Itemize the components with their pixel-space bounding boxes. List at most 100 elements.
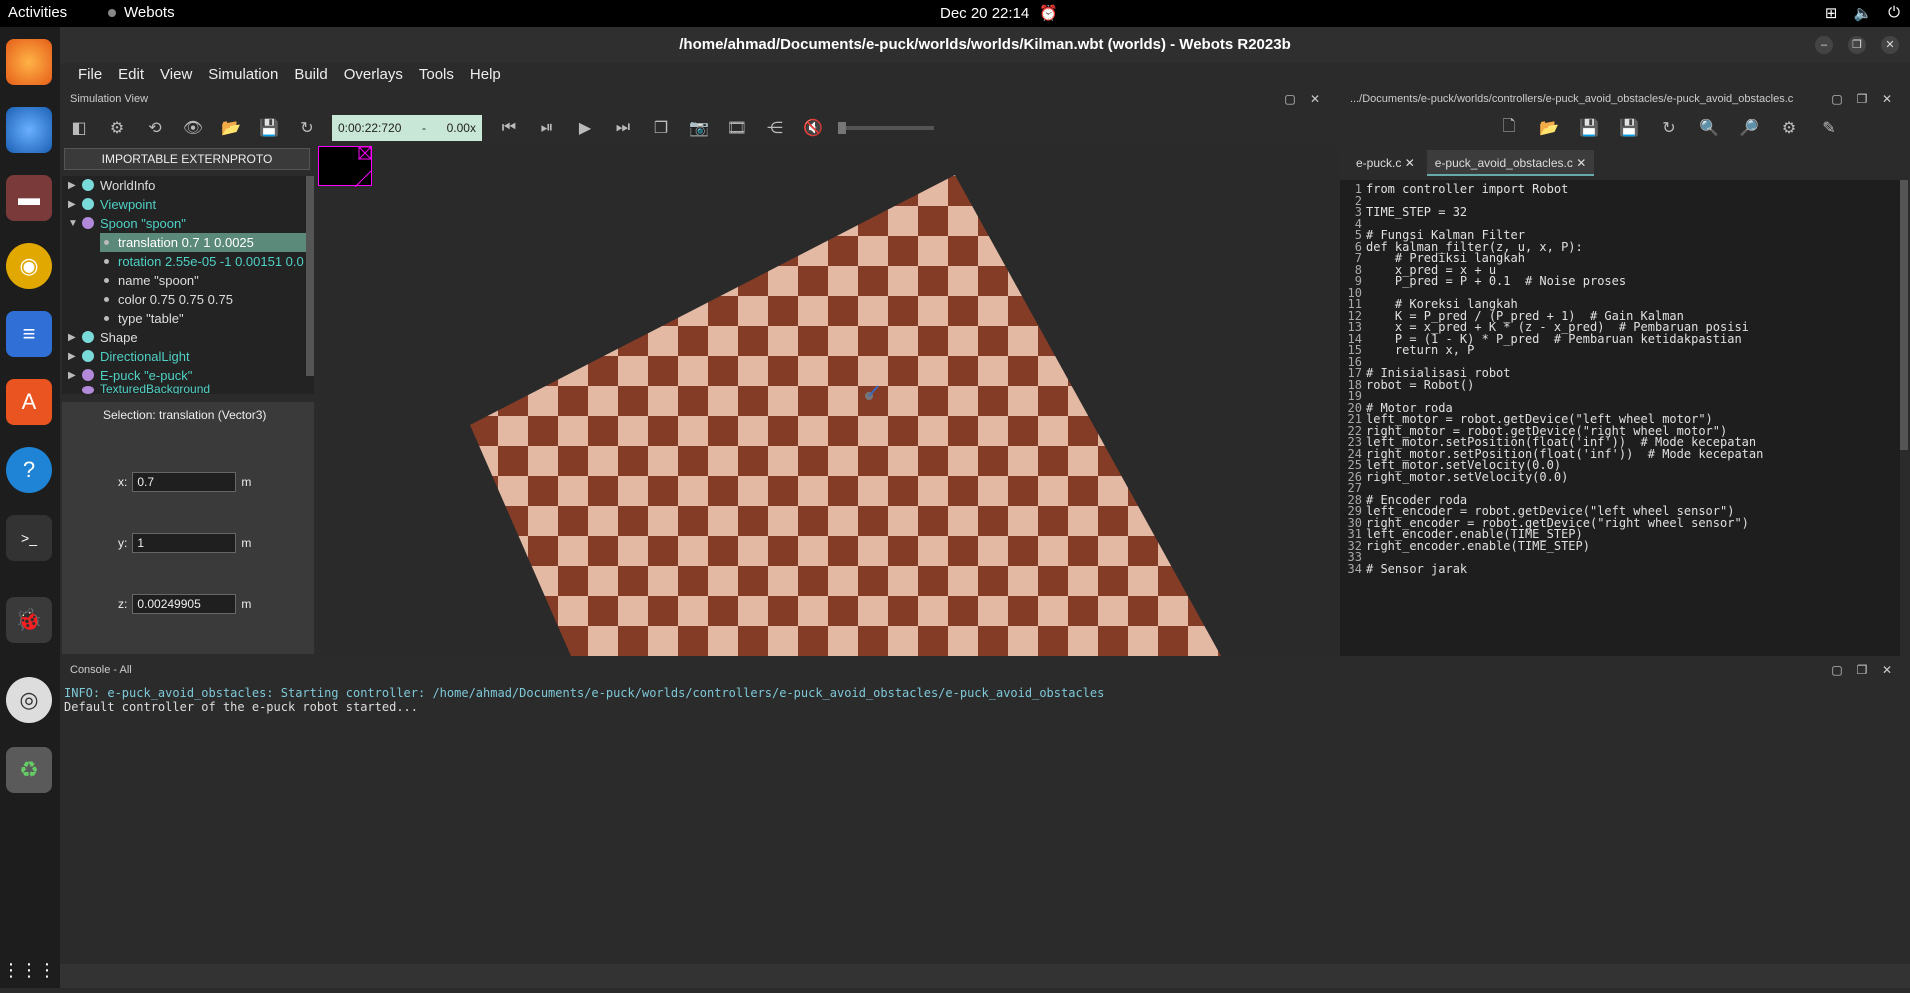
maximize-button[interactable]: ❐ [1848, 36, 1866, 54]
tree-item-shape[interactable]: Shape [82, 328, 138, 347]
step-icon[interactable]: ⏯ [528, 113, 566, 143]
tree-field-color[interactable]: color 0.75 0.75 0.75 [104, 290, 233, 309]
menu-simulation[interactable]: Simulation [200, 63, 286, 89]
active-app-indicator[interactable]: Webots [108, 4, 175, 21]
x-input[interactable] [132, 472, 237, 492]
toggle-scene-tree-icon[interactable]: ◧ [60, 113, 98, 143]
mute-icon[interactable]: 🔇 [794, 113, 832, 143]
editor-minimize-button[interactable]: ▢ [1830, 92, 1844, 106]
tab-epuck-c[interactable]: e-puck.c ✕ [1348, 150, 1423, 176]
tree-item-texturedbackground[interactable]: TexturedBackground [82, 384, 210, 394]
terminal-icon[interactable]: >_ [6, 515, 52, 561]
simview-float-button[interactable]: ▢ [1283, 92, 1297, 106]
menu-edit[interactable]: Edit [110, 63, 152, 89]
tree-field-rotation[interactable]: rotation 2.55e-05 -1 0.00151 0.0 [104, 252, 304, 271]
tree-item-epuck[interactable]: E-puck "e-puck" [82, 366, 192, 385]
toggle-rendering-icon[interactable]: ❒ [642, 113, 680, 143]
simulation-view-header: Simulation View [60, 89, 1330, 109]
expand-arrow-icon[interactable]: ▶ [68, 199, 76, 210]
system-tray[interactable]: ⊞ 🔈 ⏻ [1825, 4, 1900, 22]
close-window-button[interactable]: ✕ [1881, 36, 1899, 54]
menu-view[interactable]: View [152, 63, 200, 89]
help-icon[interactable]: ? [6, 447, 52, 493]
disc-icon[interactable]: ◎ [6, 677, 52, 723]
activities-button[interactable]: Activities [8, 4, 67, 21]
tree-item-directionallight[interactable]: DirectionalLight [82, 347, 190, 366]
clock-text: Dec 20 22:14 [940, 4, 1030, 22]
reset-simulation-icon[interactable]: ⏮ [490, 113, 528, 143]
software-center-icon[interactable]: A [6, 379, 52, 425]
field-bullet-icon [104, 297, 109, 302]
menu-file[interactable]: File [70, 63, 110, 89]
expand-arrow-icon[interactable]: ▶ [68, 351, 76, 362]
console-minimize-button[interactable]: ▢ [1830, 663, 1844, 677]
screenshot-icon[interactable]: 📷 [680, 113, 718, 143]
share-icon[interactable]: ⋲ [756, 113, 794, 143]
tree-field-type[interactable]: type "table" [104, 309, 184, 328]
reload-world-icon[interactable]: ↻ [288, 113, 326, 143]
visibility-eye-icon[interactable]: 👁 [174, 113, 212, 143]
volume-slider-handle[interactable] [838, 122, 846, 134]
add-node-icon[interactable]: ⚙ [98, 113, 136, 143]
editor-float-button[interactable]: ❐ [1855, 92, 1869, 106]
writer-icon[interactable]: ≡ [6, 311, 52, 357]
build-settings-icon[interactable]: ⚙ [1770, 113, 1808, 143]
rhythmbox-icon[interactable]: ◉ [6, 243, 52, 289]
y-input[interactable] [132, 533, 237, 553]
new-file-icon[interactable]: 🗋 [1490, 113, 1528, 143]
tree-item-worldinfo[interactable]: WorldInfo [82, 176, 155, 195]
expand-arrow-icon[interactable]: ▶ [68, 370, 76, 381]
expand-arrow-icon[interactable]: ▶ [68, 332, 76, 343]
revert-icon[interactable]: ↻ [1650, 113, 1688, 143]
files-icon[interactable]: ▬ [6, 175, 52, 221]
tab-close-icon[interactable]: ✕ [1405, 156, 1415, 170]
tab-epuck-avoid-obstacles[interactable]: e-puck_avoid_obstacles.c ✕ [1426, 150, 1595, 176]
find-icon[interactable]: 🔍 [1690, 113, 1728, 143]
tree-item-viewpoint[interactable]: Viewpoint [82, 195, 156, 214]
3d-view[interactable] [318, 146, 1338, 656]
thunderbird-icon[interactable] [6, 107, 52, 153]
menu-tools[interactable]: Tools [411, 63, 462, 89]
editor-close-button[interactable]: ✕ [1880, 92, 1894, 106]
save-file-icon[interactable]: 💾 [1570, 113, 1608, 143]
tree-field-translation[interactable]: translation 0.7 1 0.0025 [100, 233, 314, 252]
clock[interactable]: Dec 20 22:14 ⏰ [940, 4, 1058, 23]
z-input[interactable] [132, 594, 237, 614]
menu-help[interactable]: Help [462, 63, 509, 89]
tab-close-icon[interactable]: ✕ [1576, 156, 1586, 170]
replace-icon[interactable]: 🔎 [1730, 113, 1768, 143]
clean-icon[interactable]: ✎ [1810, 113, 1848, 143]
tree-field-name[interactable]: name "spoon" [104, 271, 199, 290]
open-world-icon[interactable]: 📂 [212, 113, 250, 143]
trash-icon[interactable]: ♻ [6, 747, 52, 793]
code-scrollbar[interactable] [1900, 180, 1908, 450]
play-icon[interactable]: ▶ [566, 113, 604, 143]
save-world-icon[interactable]: 💾 [250, 113, 288, 143]
status-bar [60, 964, 1910, 988]
importable-externproto-button[interactable]: IMPORTABLE EXTERNPROTO [64, 148, 310, 170]
app-grid-icon[interactable]: ⋮⋮⋮ [2, 947, 56, 993]
console-float-button[interactable]: ❐ [1855, 663, 1869, 677]
fast-forward-icon[interactable]: ⏭ [604, 113, 642, 143]
scene-tree-scrollbar[interactable] [306, 176, 314, 376]
open-file-icon[interactable]: 📂 [1530, 113, 1568, 143]
webots-icon[interactable]: 🐞 [6, 597, 52, 643]
record-movie-icon[interactable]: 🎞 [718, 113, 756, 143]
menu-overlays[interactable]: Overlays [336, 63, 411, 89]
reset-view-icon[interactable]: ⟲ [136, 113, 174, 143]
minimize-button[interactable]: – [1815, 36, 1833, 54]
code-editor[interactable]: 1 from controller import Robot 2 3 TIME_STEP… [1340, 180, 1900, 656]
save-as-icon[interactable]: 💾 [1610, 113, 1648, 143]
tree-item-spoon[interactable]: Spoon "spoon" [82, 214, 186, 233]
volume-slider[interactable] [838, 122, 934, 134]
expand-arrow-icon[interactable]: ▶ [68, 180, 76, 191]
field-bullet-icon [104, 316, 109, 321]
console-close-button[interactable]: ✕ [1880, 663, 1894, 677]
simview-close-button[interactable]: ✕ [1308, 92, 1322, 106]
menu-build[interactable]: Build [286, 63, 335, 89]
collapse-arrow-icon[interactable]: ▼ [68, 218, 78, 229]
console-output[interactable]: INFO: e-puck_avoid_obstacles: Starting c… [60, 680, 1910, 964]
camera-overlay[interactable] [318, 146, 372, 188]
console-header: Console - All [60, 660, 1910, 680]
firefox-icon[interactable] [6, 39, 52, 85]
